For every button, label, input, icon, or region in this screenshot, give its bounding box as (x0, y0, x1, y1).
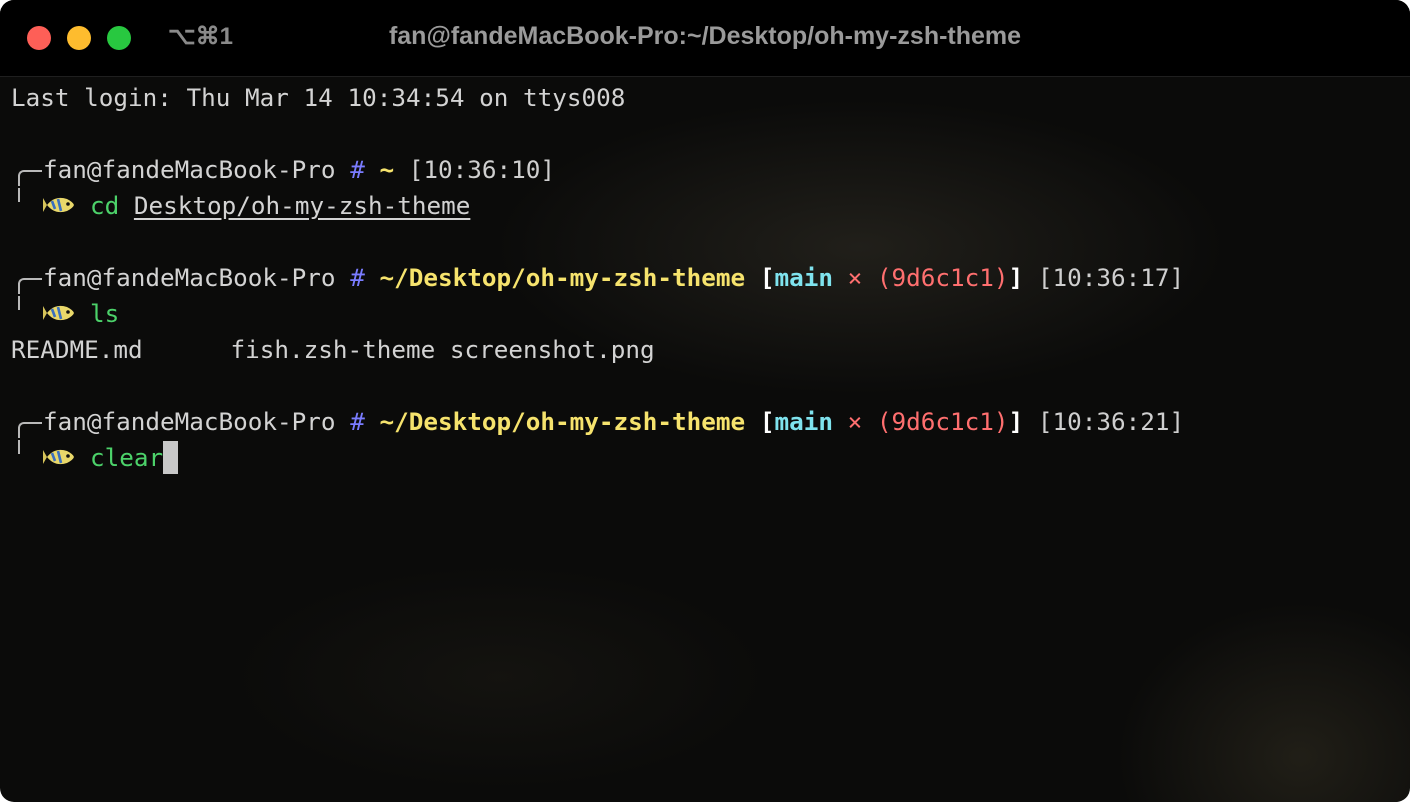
prompt-hash: # (350, 407, 365, 436)
terminal-window: ⌥⌘1 fan@fandeMacBook-Pro:~/Desktop/oh-my… (0, 0, 1410, 802)
git-branch: main (774, 407, 833, 436)
prompt-user-host: fan@fandeMacBook-Pro (43, 263, 336, 292)
prompt-user-host: fan@fandeMacBook-Pro (43, 407, 336, 436)
command-argument[interactable]: Desktop/oh-my-zsh-theme (134, 191, 470, 220)
git-bracket-close: ] (1008, 263, 1024, 292)
git-bracket-open: [ (759, 263, 775, 292)
fish-icon (43, 197, 74, 213)
window-title: fan@fandeMacBook-Pro:~/Desktop/oh-my-zsh… (388, 22, 1022, 50)
prompt-corner-top (18, 422, 42, 438)
git-bracket-close: ] (1008, 407, 1024, 436)
git-sha: (9d6c1c1) (876, 407, 1009, 436)
terminal-output[interactable]: Last login: Thu Mar 14 10:34:54 on ttys0… (11, 80, 1401, 476)
command-text: clear (90, 443, 164, 472)
ls-file: README.md (11, 335, 143, 364)
git-sha: (9d6c1c1) (876, 263, 1009, 292)
prompt-corner-bottom (18, 188, 20, 202)
prompt-time: [10:36:17] (1037, 263, 1185, 292)
git-dirty-mark: × (847, 263, 863, 292)
command-text: cd (90, 191, 120, 220)
command-line: cd Desktop/oh-my-zsh-theme (11, 188, 1401, 224)
command-line: ls (11, 296, 1401, 332)
fish-icon (43, 449, 74, 465)
command-text: ls (90, 299, 120, 328)
prompt-line: fan@fandeMacBook-Pro # ~ [10:36:10] (11, 152, 1401, 188)
prompt-time: [10:36:10] (408, 155, 556, 184)
prompt-corner-top (18, 170, 42, 186)
git-bracket-open: [ (759, 407, 775, 436)
ls-output-line: README.md fish.zsh-theme screenshot.png (11, 332, 1401, 368)
prompt-hash: # (350, 263, 365, 292)
prompt-corner-top (18, 278, 42, 294)
git-dirty-mark: × (847, 407, 863, 436)
ls-file: fish.zsh-theme (230, 335, 436, 364)
text-cursor (163, 441, 179, 474)
prompt-corner-bottom (18, 296, 20, 310)
prompt-hash: # (350, 155, 365, 184)
prompt-line: fan@fandeMacBook-Pro # ~/Desktop/oh-my-z… (11, 404, 1401, 440)
prompt-line: fan@fandeMacBook-Pro # ~/Desktop/oh-my-z… (11, 260, 1401, 296)
prompt-corner-bottom (18, 440, 20, 454)
prompt-path: ~/Desktop/oh-my-zsh-theme (379, 263, 746, 292)
prompt-time: [10:36:21] (1037, 407, 1185, 436)
prompt-user-host: fan@fandeMacBook-Pro (43, 155, 336, 184)
ls-file: screenshot.png (449, 335, 655, 364)
fish-icon (43, 305, 74, 321)
prompt-path: ~ (379, 155, 395, 184)
last-login-line: Last login: Thu Mar 14 10:34:54 on ttys0… (11, 83, 626, 112)
git-branch: main (774, 263, 833, 292)
command-line[interactable]: clear (11, 440, 1401, 476)
title-bar[interactable]: ⌥⌘1 fan@fandeMacBook-Pro:~/Desktop/oh-my… (0, 0, 1410, 77)
prompt-path: ~/Desktop/oh-my-zsh-theme (379, 407, 746, 436)
